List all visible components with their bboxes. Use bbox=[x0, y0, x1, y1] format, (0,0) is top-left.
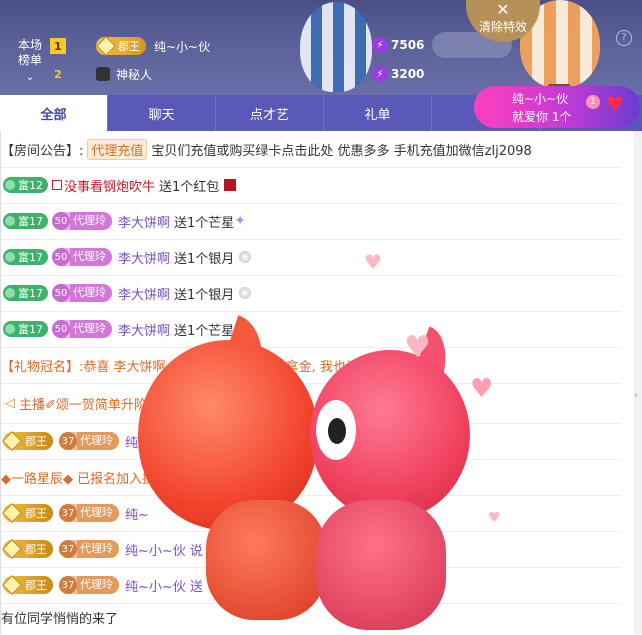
mystery-user-icon bbox=[96, 67, 110, 81]
user-name[interactable]: 纯~小~伙 bbox=[154, 38, 210, 55]
tab-all[interactable]: 全部 bbox=[0, 95, 108, 133]
tab-chat[interactable]: 聊天 bbox=[108, 95, 216, 131]
host-notice-row: ◁ 主播✐颂一贺简单升阶 违规 大屏。 bbox=[1, 383, 621, 424]
chat-message[interactable]: ◆一路星辰◆ 已报名加入挑战 bbox=[1, 459, 621, 496]
chat-message[interactable]: 郡王 37 代理玲 纯~小~伙 说 bbox=[1, 531, 621, 568]
scrollbar[interactable]: ‹ bbox=[634, 131, 642, 634]
balloon-decoration bbox=[300, 2, 372, 92]
chat-message[interactable]: 富17 50 代理玲 李大饼啊 送1个芒星 ✦ bbox=[1, 203, 621, 240]
ranking-header: 本场 榜单 ⌄ 1 郡王 纯~小~伙 ⚡ 7506 2 神秘人 ⚡ 3200 ✕ 清… bbox=[0, 0, 642, 95]
king-badge: 郡王 bbox=[2, 431, 53, 451]
king-badge: 郡王 bbox=[2, 539, 53, 559]
ranking-label: 本场 榜单 ⌄ bbox=[10, 38, 50, 85]
megaphone-icon: ◁ bbox=[5, 395, 15, 411]
chat-message[interactable]: 富17 50 代理玲 李大饼啊 送1个芒星 ✦ bbox=[1, 311, 621, 348]
lightning-icon: ⚡ bbox=[372, 66, 388, 82]
square-icon bbox=[52, 180, 62, 190]
ranking-row[interactable]: 2 神秘人 bbox=[50, 62, 152, 86]
silver-moon-icon bbox=[239, 251, 252, 263]
heart-icon: ♥ bbox=[470, 374, 494, 404]
scroll-arrow-icon: ‹ bbox=[634, 391, 638, 401]
diamond-icon bbox=[96, 36, 116, 56]
gift-title-row: 【礼物冠名】:恭喜 李大饼啊 成 是拿金, 我也试试~ bbox=[1, 347, 621, 384]
king-badge: 郡王 bbox=[2, 503, 53, 523]
chevron-down-icon[interactable]: ⌄ bbox=[10, 70, 50, 85]
announcement-row[interactable]: 【房间公告】: 代理充值 宝贝们充值或购买绿卡点击此处 优惠多多 手机充值加微信… bbox=[1, 131, 621, 168]
help-icon[interactable]: ? bbox=[616, 30, 632, 46]
agent-recharge-tag[interactable]: 代理充值 bbox=[87, 138, 148, 160]
king-badge: 郡王 bbox=[96, 36, 146, 56]
wealth-badge: 富17 bbox=[3, 285, 48, 301]
wealth-badge: 富17 bbox=[3, 321, 48, 337]
level-badge: 37 代理玲 bbox=[59, 432, 119, 450]
chat-message[interactable]: 富17 50 代理玲 李大饼啊 送1个银月 bbox=[1, 275, 621, 312]
chat-list: 【房间公告】: 代理充值 宝贝们充值或购买绿卡点击此处 优惠多多 手机充值加微信… bbox=[0, 131, 635, 634]
king-badge: 郡王 bbox=[2, 575, 53, 595]
wealth-badge: 富17 bbox=[3, 249, 48, 265]
close-icon: ✕ bbox=[496, 0, 510, 19]
chat-message[interactable]: 郡王 37 代理玲 纯~ bbox=[1, 495, 621, 532]
score: ⚡ 3200 bbox=[372, 66, 424, 82]
level-badge: 50 代理玲 bbox=[52, 212, 112, 230]
red-packet-icon bbox=[224, 179, 237, 191]
user-name[interactable]: 神秘人 bbox=[116, 66, 152, 83]
level-badge: 50 代理玲 bbox=[52, 320, 112, 338]
score: ⚡ 7506 bbox=[372, 37, 424, 53]
heart-icon: ♥ bbox=[404, 330, 431, 365]
chat-message[interactable]: 郡王 37 代理玲 纯~小~ bbox=[1, 423, 621, 460]
level-badge: 50 代理玲 bbox=[52, 284, 112, 302]
system-message: 有位同学悄悄的来了 bbox=[1, 611, 119, 627]
tab-gifts[interactable]: 礼单 bbox=[324, 95, 432, 131]
heart-icon: ♥ bbox=[488, 510, 501, 526]
wealth-badge: 富17 bbox=[3, 213, 48, 229]
promo-banner[interactable]: 纯~小~伙 就爱你 1个 1 ♥ bbox=[474, 86, 640, 128]
chat-message[interactable]: 富17 50 代理玲 李大饼啊 送1个银月 bbox=[1, 239, 621, 276]
silver-moon-icon bbox=[239, 287, 252, 299]
level-badge: 37 代理玲 bbox=[59, 504, 119, 522]
star-gift-icon: ✦ bbox=[234, 213, 247, 229]
tab-talent[interactable]: 点才艺 bbox=[216, 95, 324, 131]
chat-message[interactable]: 富12 没事看钢炮吹牛 送1个红包 bbox=[1, 167, 621, 204]
ranking-row[interactable]: 1 郡王 纯~小~伙 bbox=[50, 34, 210, 58]
level-badge: 50 代理玲 bbox=[52, 248, 112, 266]
level-badge: 37 代理玲 bbox=[59, 576, 119, 594]
heart-icon: ♥ bbox=[364, 250, 382, 274]
lightning-icon: ⚡ bbox=[372, 37, 388, 53]
wealth-badge: 富12 bbox=[3, 177, 48, 193]
heart-icon: ♥ bbox=[606, 92, 624, 116]
star-gift-icon: ✦ bbox=[234, 321, 247, 337]
level-badge: 37 代理玲 bbox=[59, 540, 119, 558]
